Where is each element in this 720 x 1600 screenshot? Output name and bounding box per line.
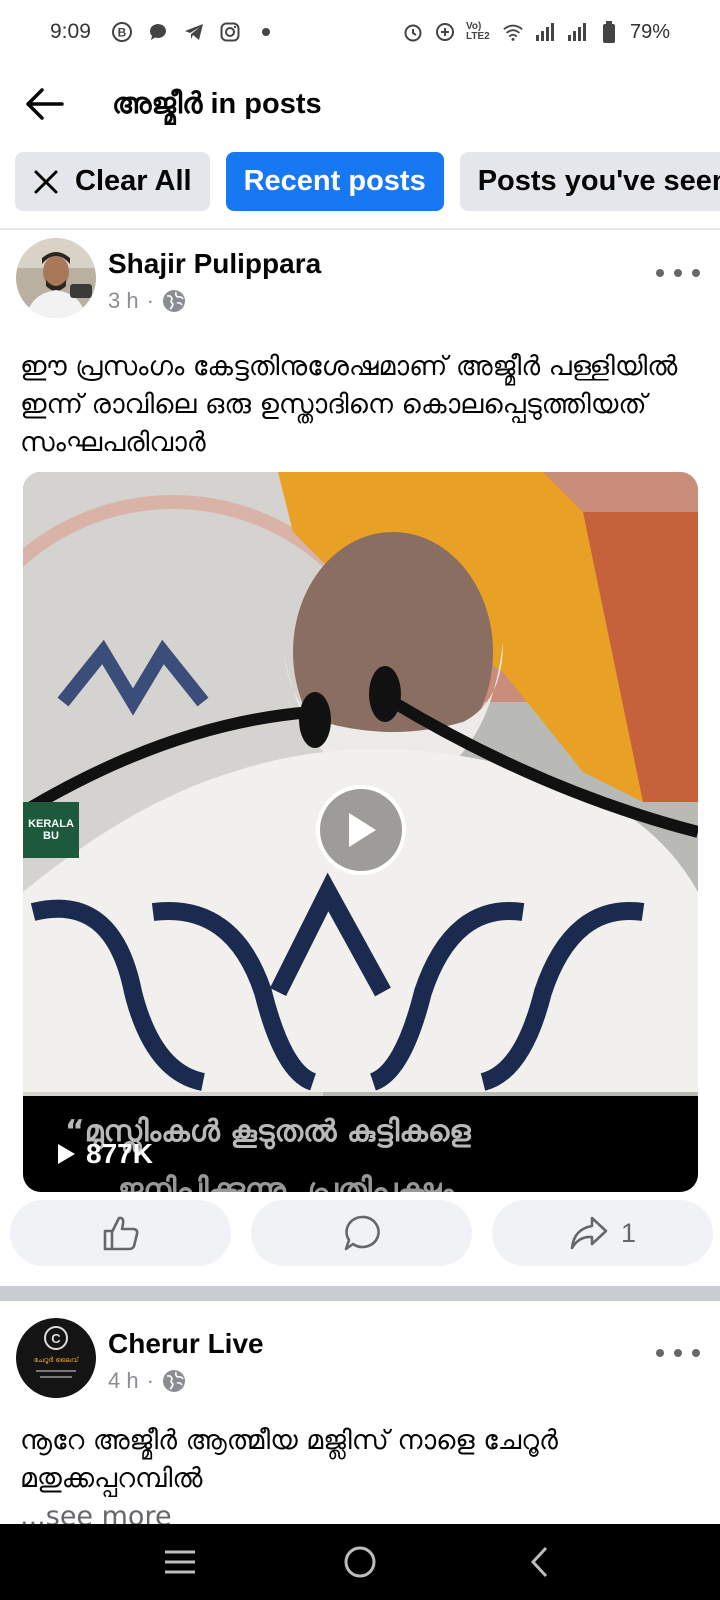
post-meta: 4 h ·	[108, 1368, 186, 1394]
recents-button[interactable]	[150, 1532, 210, 1592]
battery-icon	[598, 21, 620, 43]
recent-posts-label: Recent posts	[243, 165, 426, 197]
post-meta: 3 h ·	[108, 288, 186, 314]
clear-all-label: Clear All	[75, 165, 192, 197]
post-card: Shajir Pulippara 3 h · ഈ പ്രസംഗം കേട്ടതി…	[0, 238, 720, 462]
battery-level: 79%	[629, 20, 670, 43]
globe-icon	[162, 290, 185, 312]
alarm-icon	[402, 21, 424, 43]
play-icon	[349, 813, 376, 847]
meta-separator: ·	[146, 1368, 154, 1393]
recent-posts-chip[interactable]: Recent posts	[225, 152, 444, 211]
clear-all-chip[interactable]: Clear All	[15, 152, 210, 211]
avatar[interactable]	[16, 238, 96, 318]
dot-icon	[255, 21, 277, 43]
status-bar: 9:09 B Vo) LTE2 79%	[0, 0, 720, 64]
meta-separator: ·	[146, 288, 154, 313]
share-icon	[570, 1216, 608, 1250]
svg-text:B: B	[118, 26, 127, 40]
post-header: Shajir Pulippara 3 h ·	[0, 238, 720, 328]
post-text: നൂറേ അജ്മീർ ആത്മീയ മജ്ലിസ് നാളെ ചേറൂർ മത…	[20, 1425, 558, 1494]
view-count-text: 877K	[86, 1138, 153, 1169]
play-small-icon	[58, 1144, 75, 1164]
filter-chips: Clear All Recent posts Posts you've seen	[15, 152, 720, 211]
status-time: 9:09	[50, 20, 91, 43]
post-author[interactable]: Shajir Pulippara	[108, 248, 321, 280]
share-count: 1	[620, 1217, 637, 1248]
avatar[interactable]: C ചേറൂർ ലൈവ്	[16, 1318, 96, 1398]
data-saver-icon	[434, 21, 456, 43]
view-count: 877K	[56, 1138, 153, 1170]
section-divider	[0, 1286, 720, 1301]
system-back-button[interactable]	[510, 1532, 570, 1592]
b-icon: B	[111, 21, 133, 43]
channel-watermark: KERALA BU	[23, 802, 79, 858]
share-button[interactable]: 1	[492, 1200, 713, 1266]
post-text: ഈ പ്രസംഗം കേട്ടതിനുശേഷമാണ് അജ്മീർ പള്ളിയ…	[20, 351, 678, 458]
signal-icon	[534, 21, 556, 43]
post-time: 4 h	[108, 1368, 139, 1393]
posts-seen-label: Posts you've seen	[477, 165, 720, 197]
back-arrow-icon	[26, 88, 64, 120]
more-options-button[interactable]	[656, 1338, 700, 1368]
system-nav-bar	[0, 1524, 720, 1600]
thumbs-up-icon	[103, 1216, 138, 1251]
telegram-icon	[183, 21, 205, 43]
divider	[0, 228, 720, 230]
post-author[interactable]: Cherur Live	[108, 1328, 264, 1360]
post-actions: 1	[10, 1200, 713, 1266]
home-circle-icon	[344, 1546, 376, 1578]
page-title: അജ്മീർ in posts	[112, 87, 322, 120]
like-button[interactable]	[10, 1200, 231, 1266]
comment-button[interactable]	[251, 1200, 472, 1266]
posts-seen-chip[interactable]: Posts you've seen	[459, 152, 720, 211]
close-icon	[33, 169, 59, 195]
instagram-icon	[219, 21, 241, 43]
post-header: C ചേറൂർ ലൈവ് Cherur Live 4 h ·	[0, 1318, 720, 1408]
video-caption-2: ജനിപ്പിക്കുന്നു, പ്രതിപക്ഷം	[118, 1172, 454, 1192]
video-player[interactable]: KERALA BU “മുസ്ലിംകൾ കൂടുതൽ കുട്ടികളെ ജന…	[23, 472, 698, 1192]
chevron-left-icon	[530, 1546, 548, 1578]
chat-bubble-icon	[147, 21, 169, 43]
back-button[interactable]	[22, 82, 66, 126]
home-button[interactable]	[330, 1532, 390, 1592]
post-card: C ചേറൂർ ലൈവ് Cherur Live 4 h · നൂറേ അജ്മ…	[0, 1318, 720, 1536]
play-button[interactable]	[316, 785, 406, 875]
globe-icon	[162, 1370, 185, 1392]
comment-icon	[344, 1215, 380, 1251]
video-caption-bar: “മുസ്ലിംകൾ കൂടുതൽ കുട്ടികളെ ജനിപ്പിക്കുന…	[23, 1096, 698, 1192]
post-time: 3 h	[108, 288, 139, 313]
menu-icon	[165, 1550, 195, 1574]
signal-icon	[566, 21, 588, 43]
avatar-brand-text: ചേറൂർ ലൈവ്	[34, 1356, 80, 1365]
page-header: അജ്മീർ in posts	[0, 72, 720, 136]
wifi-icon	[502, 21, 524, 43]
more-options-button[interactable]	[656, 258, 700, 288]
volte-icon: Vo) LTE2	[465, 21, 490, 42]
svg-text:C: C	[51, 1331, 61, 1346]
